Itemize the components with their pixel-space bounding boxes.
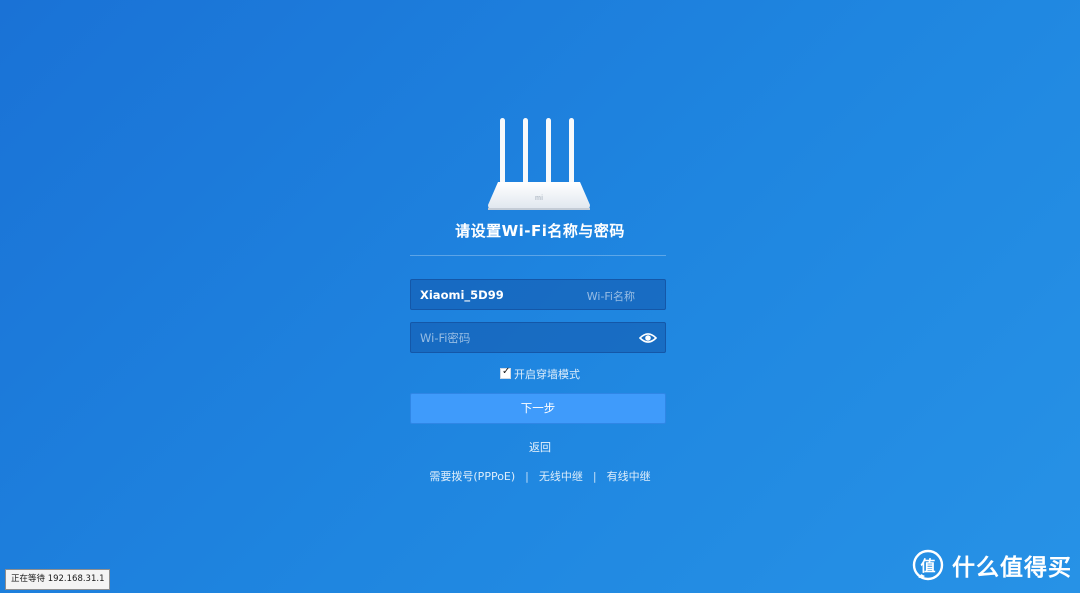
router-antenna — [523, 118, 528, 184]
svg-text:值: 值 — [920, 557, 935, 575]
next-button[interactable]: 下一步 — [410, 393, 666, 424]
router-antenna — [500, 118, 505, 184]
password-input[interactable] — [411, 323, 665, 352]
mode-links: 需要拨号(PPPoE) | 无线中继 | 有线中继 — [0, 468, 1080, 484]
wall-mode-checkbox[interactable]: ✓ — [500, 366, 511, 379]
watermark: 值 什么值得买 — [912, 547, 1072, 583]
separator: | — [525, 470, 529, 483]
router-antenna — [546, 118, 551, 184]
back-link-row: 返回 — [0, 439, 1080, 455]
back-link[interactable]: 返回 — [529, 441, 551, 454]
router-illustration: mi — [488, 118, 590, 210]
browser-status-bar: 正在等待 192.168.31.1 — [5, 569, 111, 590]
separator: | — [592, 470, 597, 483]
wall-mode-label: 开启穿墙模式 — [514, 368, 580, 381]
ssid-field[interactable]: Wi-Fi名称 — [410, 279, 666, 310]
eye-icon[interactable] — [639, 331, 657, 345]
wireless-repeat-link[interactable]: 无线中继 — [539, 470, 583, 483]
router-antenna — [569, 118, 574, 184]
wired-repeat-link[interactable]: 有线中继 — [607, 470, 651, 483]
divider — [410, 255, 666, 256]
watermark-text: 什么值得买 — [952, 555, 1072, 581]
router-logo: mi — [535, 195, 543, 202]
pppoe-link[interactable]: 需要拨号(PPPoE) — [429, 470, 515, 483]
ssid-input[interactable] — [411, 280, 665, 309]
wall-mode-option[interactable]: ✓ 开启穿墙模式 — [0, 366, 1080, 382]
zhi-logo-icon: 值 — [912, 549, 944, 581]
password-field[interactable] — [410, 322, 666, 353]
page-title: 请设置Wi-Fi名称与密码 — [455, 222, 625, 240]
